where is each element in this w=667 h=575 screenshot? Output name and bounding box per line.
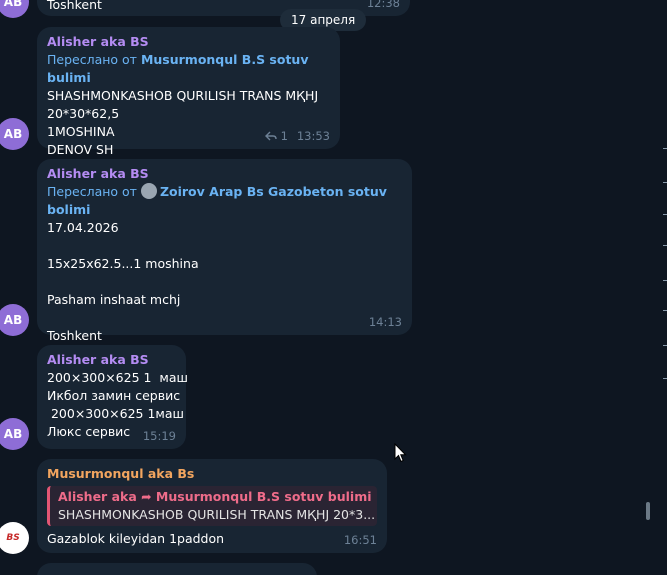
message-text: 15x25x62.5...1 moshina bbox=[47, 256, 199, 271]
message-bubble[interactable]: Alisher aka BS Переслано от Zoirov Arap … bbox=[37, 159, 412, 343]
sender-name[interactable]: Musurmonqul aka Bs bbox=[47, 465, 377, 483]
forward-header[interactable]: Переслано от Musurmonqul B.S sotuv bulim… bbox=[47, 51, 330, 87]
avatar[interactable]: AB bbox=[0, 118, 29, 150]
panel-edge-mark bbox=[663, 182, 667, 183]
mouse-cursor-icon bbox=[394, 443, 407, 463]
reply-quote[interactable]: Alisher aka ➦ Musurmonqul B.S sotuv buli… bbox=[47, 486, 377, 526]
avatar[interactable]: AB bbox=[0, 0, 29, 18]
message-text bbox=[47, 273, 402, 291]
forward-prefix: Переслано от bbox=[47, 52, 137, 67]
message-text: Toshkent bbox=[47, 328, 102, 343]
avatar[interactable]: AB bbox=[0, 418, 29, 450]
message-time: 15:19 bbox=[142, 429, 176, 443]
scrollbar-thumb[interactable] bbox=[646, 502, 650, 520]
message-time: 14:13 bbox=[368, 315, 402, 329]
message-text: SHASHMONKASHOB QURILISH TRANS MҚHJ bbox=[47, 88, 319, 103]
message-text: 200×300×625 1 маш bbox=[47, 370, 188, 385]
panel-edge-mark bbox=[663, 245, 667, 246]
sender-name[interactable]: Alisher aka BS bbox=[47, 165, 402, 183]
forward-prefix: Переслано от bbox=[47, 184, 137, 199]
message-time: 16:51 bbox=[343, 533, 377, 547]
message-bubble[interactable]: Alisher aka BS 200×300×625 1 маш Икбол з… bbox=[37, 345, 188, 449]
avatar[interactable]: BS bbox=[0, 522, 29, 554]
panel-edge-mark bbox=[663, 214, 667, 215]
panel-edge-mark bbox=[663, 310, 667, 311]
message-bubble[interactable]: Musurmonqul aka Bs Alisher aka ➦ Musurmo… bbox=[37, 459, 387, 553]
channel-avatar-icon bbox=[140, 183, 157, 199]
message-text bbox=[47, 237, 402, 255]
sender-name[interactable]: Alisher aka BS bbox=[47, 33, 330, 51]
chat-history[interactable]: AB Toshkent 12:38 17 апреля AB Alisher a… bbox=[0, 0, 655, 575]
quote-title: Alisher aka ➦ Musurmonqul B.S sotuv buli… bbox=[58, 489, 372, 504]
message-bubble[interactable]: Alisher aka BS Переслано от Musurmonqul … bbox=[37, 27, 340, 157]
replies-counter[interactable]: 1 bbox=[264, 127, 288, 145]
side-panel-edge bbox=[655, 0, 667, 575]
message-text: Gazablok kileyidan 1paddon bbox=[47, 531, 225, 546]
message-bubble[interactable] bbox=[37, 563, 317, 575]
message-text: 20*30*62,5 bbox=[47, 106, 120, 121]
panel-edge-mark bbox=[663, 148, 667, 149]
panel-edge-mark bbox=[663, 280, 667, 281]
sender-name[interactable]: Alisher aka BS bbox=[47, 351, 176, 369]
avatar[interactable]: AB bbox=[0, 304, 29, 336]
panel-edge-mark bbox=[663, 345, 667, 346]
panel-edge-mark bbox=[663, 378, 667, 379]
message-time: 12:38 bbox=[366, 0, 400, 10]
reply-count: 1 bbox=[280, 129, 288, 143]
message-text: 17.04.2026 bbox=[47, 220, 119, 235]
message-text bbox=[47, 309, 402, 327]
message-time: 13:53 bbox=[296, 129, 330, 143]
message-text: 200×300×625 1маш bbox=[47, 406, 184, 421]
message-text: Икбол замин сервис bbox=[47, 388, 181, 403]
message-text: Pasham inshaat mchj bbox=[47, 292, 181, 307]
quote-text: SHASHMONKASHOB QURILISH TRANS MҚHJ 20*3.… bbox=[58, 507, 376, 522]
reply-icon bbox=[264, 131, 277, 141]
forward-header[interactable]: Переслано от Zoirov Arap Bs Gazobeton so… bbox=[47, 183, 402, 219]
